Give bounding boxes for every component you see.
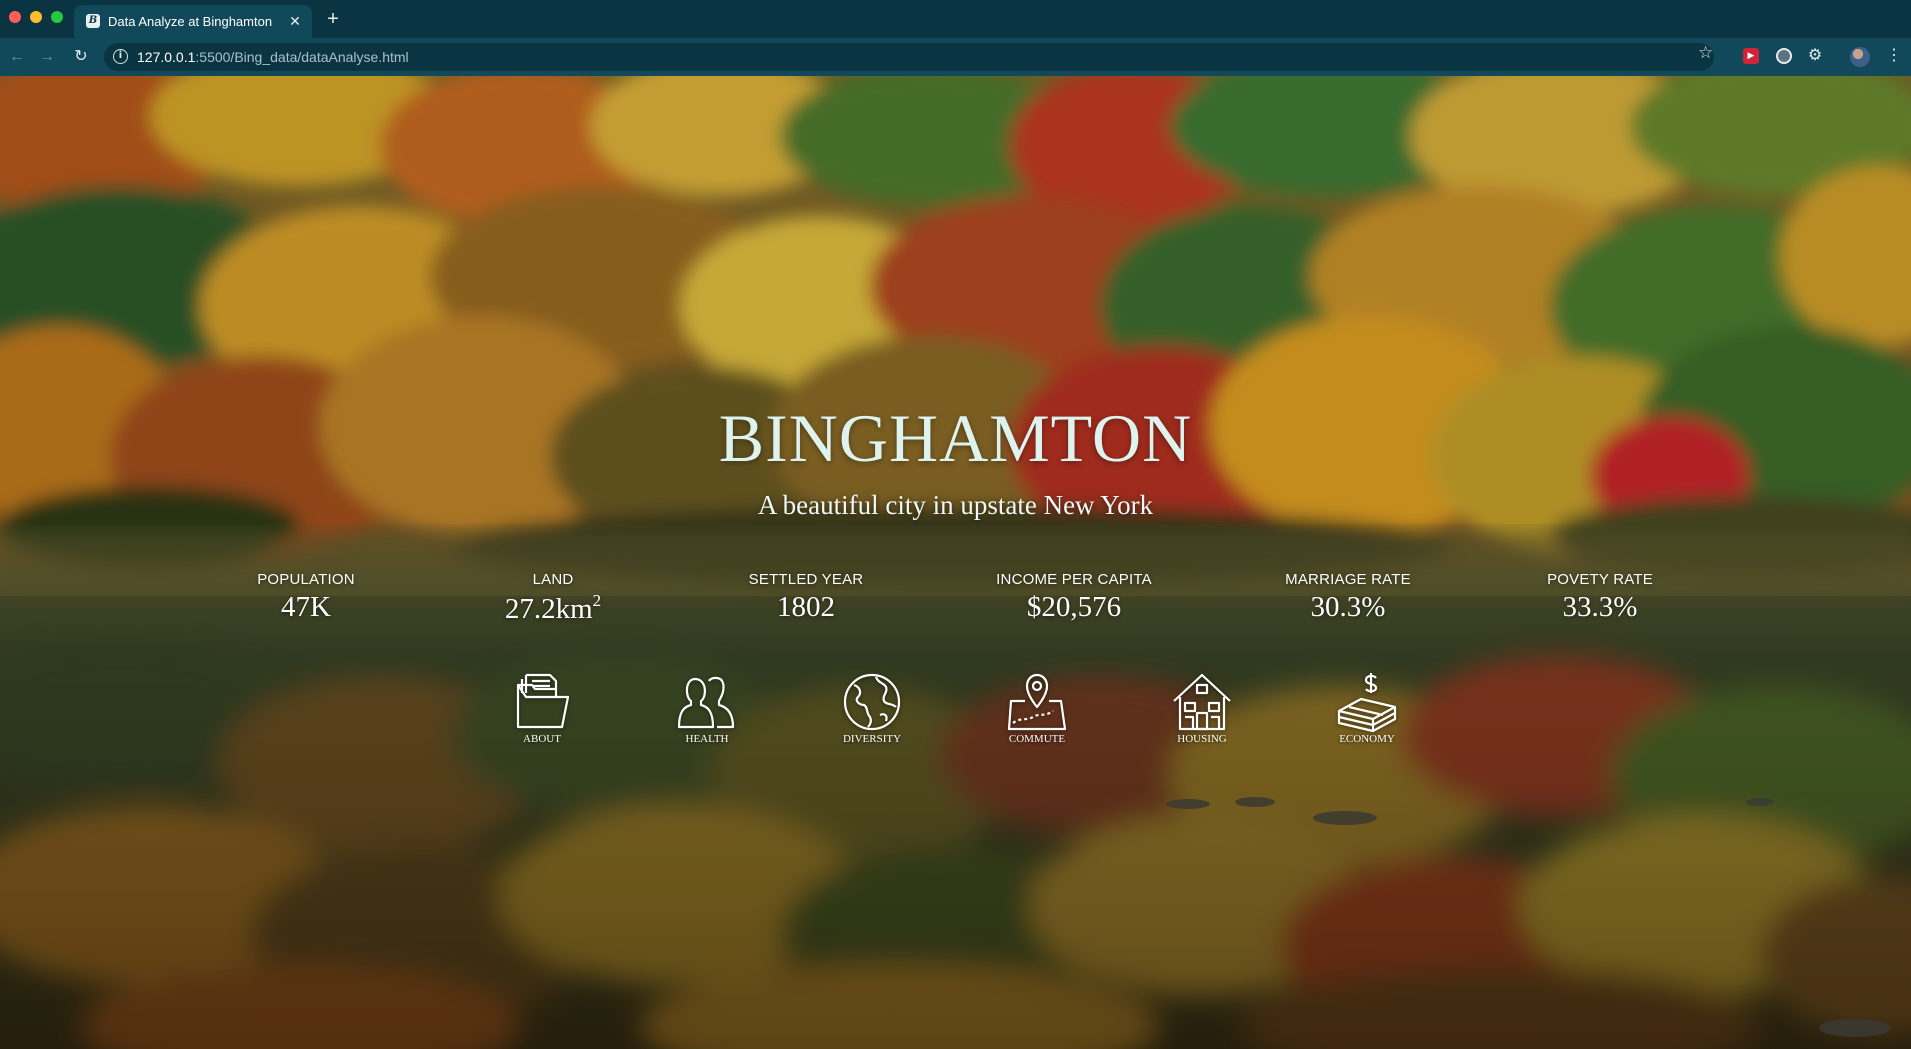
stat-income-per-capita: INCOME PER CAPITA $20,576 bbox=[964, 571, 1184, 624]
nav-label: HEALTH bbox=[685, 733, 729, 745]
stat-value: 30.3% bbox=[1310, 591, 1386, 623]
page-viewport: BINGHAMTON A beautiful city in upstate N… bbox=[0, 76, 1911, 1049]
browser-tab[interactable]: B Data Analyze at Binghamton ✕ bbox=[74, 5, 312, 38]
stat-value: 33.3% bbox=[1562, 591, 1638, 623]
stat-label: MARRIAGE RATE bbox=[1285, 571, 1411, 588]
map-pin-icon bbox=[1007, 673, 1067, 731]
site-info-icon[interactable]: i bbox=[113, 49, 128, 64]
stat-population: POPULATION 47K bbox=[196, 571, 416, 624]
nav-label: ABOUT bbox=[523, 733, 561, 745]
new-tab-icon[interactable]: + bbox=[322, 9, 344, 31]
url-text[interactable]: 127.0.0.1:5500/Bing_data/dataAnalyse.htm… bbox=[137, 49, 409, 65]
nav-label: COMMUTE bbox=[1008, 733, 1066, 745]
minimize-window-button[interactable] bbox=[30, 11, 42, 23]
favicon-icon: B bbox=[86, 14, 100, 28]
stat-value: 27.2km2 bbox=[504, 591, 602, 625]
stat-label: POPULATION bbox=[257, 571, 355, 588]
extension-red-icon[interactable]: ▶ bbox=[1743, 48, 1759, 64]
nav-housing[interactable]: HOUSING bbox=[1157, 671, 1247, 745]
nav-diversity[interactable]: DIVERSITY bbox=[827, 671, 917, 745]
stat-marriage-rate: MARRIAGE RATE 30.3% bbox=[1238, 571, 1458, 624]
stat-poverty-rate: POVETY RATE 33.3% bbox=[1490, 571, 1710, 624]
close-tab-icon[interactable]: ✕ bbox=[284, 10, 306, 32]
nav-label: HOUSING bbox=[1177, 733, 1227, 745]
stat-label: POVETY RATE bbox=[1547, 571, 1653, 588]
nav-economy[interactable]: ECONOMY bbox=[1322, 671, 1412, 745]
profile-avatar[interactable] bbox=[1850, 47, 1870, 67]
stat-label: LAND bbox=[532, 571, 574, 588]
stat-superscript: 2 bbox=[592, 591, 602, 610]
stat-value: $20,576 bbox=[1026, 591, 1122, 623]
reload-icon[interactable]: ↻ bbox=[70, 46, 92, 68]
forward-arrow-icon[interactable]: → bbox=[36, 46, 58, 68]
stat-label: INCOME PER CAPITA bbox=[996, 571, 1152, 588]
nav-label: DIVERSITY bbox=[842, 733, 902, 745]
people-icon bbox=[677, 676, 735, 729]
back-arrow-icon[interactable]: ← bbox=[6, 46, 28, 68]
address-bar[interactable]: i 127.0.0.1:5500/Bing_data/dataAnalyse.h… bbox=[104, 43, 1714, 71]
nav-health[interactable]: HEALTH bbox=[662, 671, 752, 745]
browser-tab-bar: B Data Analyze at Binghamton ✕ + bbox=[0, 0, 1911, 38]
stat-land: LAND 27.2km2 bbox=[443, 571, 663, 626]
house-icon bbox=[1173, 673, 1231, 731]
nav-about[interactable]: ABOUT bbox=[497, 671, 587, 745]
stat-value: 47K bbox=[281, 591, 331, 623]
money-icon bbox=[1337, 673, 1397, 733]
globe-icon bbox=[843, 673, 901, 731]
stat-settled-year: SETTLED YEAR 1802 bbox=[696, 571, 916, 624]
stat-value: 1802 bbox=[777, 591, 835, 623]
page-subtitle: A beautiful city in upstate New York bbox=[757, 490, 1154, 520]
tab-title: Data Analyze at Binghamton bbox=[108, 14, 273, 29]
autumn-lake-background bbox=[0, 76, 1911, 1049]
folder-icon bbox=[516, 673, 570, 729]
browser-menu-icon[interactable]: ⋮ bbox=[1886, 46, 1902, 66]
stat-label: SETTLED YEAR bbox=[748, 571, 864, 588]
browser-toolbar: ← → ↻ i 127.0.0.1:5500/Bing_data/dataAna… bbox=[0, 38, 1911, 76]
close-window-button[interactable] bbox=[9, 11, 21, 23]
page-title: BINGHAMTON bbox=[718, 400, 1193, 476]
maximize-window-button[interactable] bbox=[51, 11, 63, 23]
nav-label: ECONOMY bbox=[1339, 733, 1395, 745]
extension-gear-icon[interactable]: ⚙ bbox=[1807, 48, 1823, 64]
nav-commute[interactable]: COMMUTE bbox=[992, 671, 1082, 745]
extension-circle-icon[interactable] bbox=[1776, 48, 1792, 64]
bookmark-star-icon[interactable]: ☆ bbox=[1698, 43, 1713, 63]
